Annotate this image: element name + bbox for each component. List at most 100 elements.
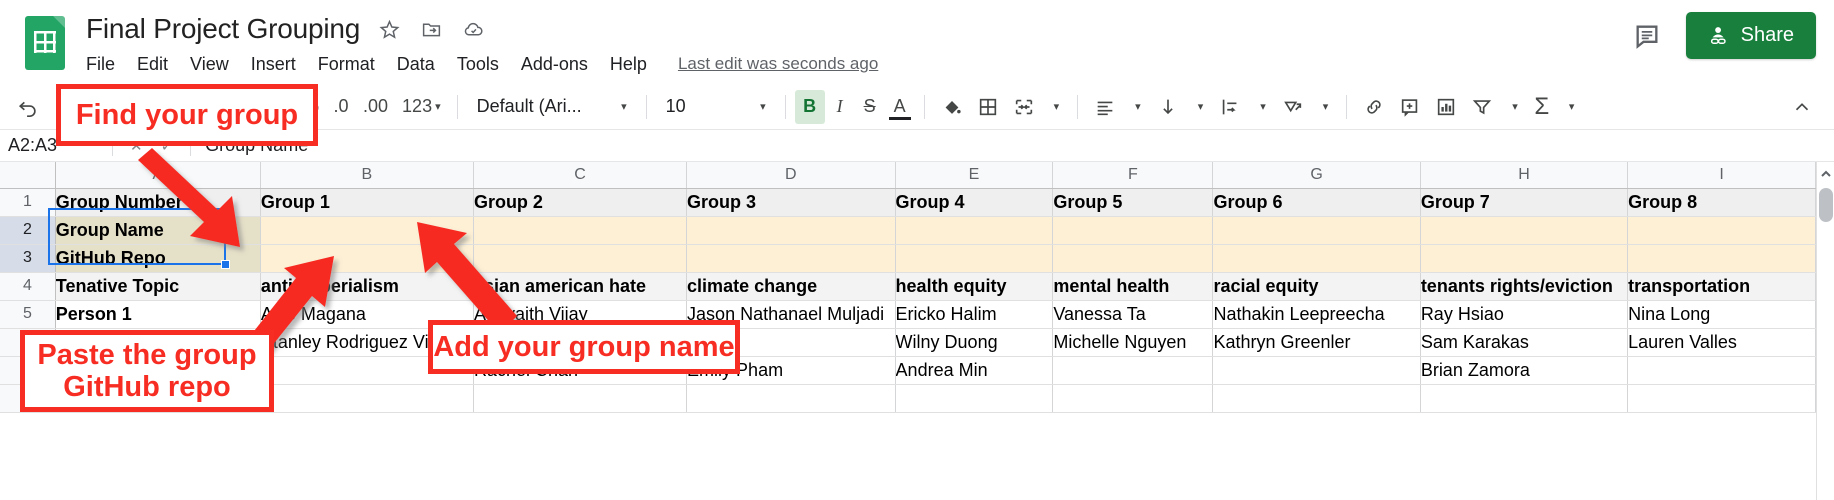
chevron-down-icon[interactable]: ▾ xyxy=(1045,100,1069,113)
cell-a1[interactable]: Group Number xyxy=(55,188,261,217)
menu-add-ons[interactable]: Add-ons xyxy=(510,51,599,78)
borders-icon[interactable] xyxy=(970,90,1006,124)
cell-i5[interactable]: Nina Long xyxy=(1627,300,1816,329)
insert-chart-icon[interactable] xyxy=(1428,90,1464,124)
menu-data[interactable]: Data xyxy=(386,51,446,78)
cell-i2[interactable] xyxy=(1627,216,1816,245)
cell-c4[interactable]: asian american hate xyxy=(473,272,688,301)
cell-f5[interactable]: Vanessa Ta xyxy=(1052,300,1214,329)
cell-b8[interactable] xyxy=(260,384,474,413)
cell-g5[interactable]: Nathakin Leepreecha xyxy=(1212,300,1421,329)
row-header-2[interactable]: 2 xyxy=(0,216,56,245)
cell-h1[interactable]: Group 7 xyxy=(1420,188,1629,217)
number-format-button[interactable]: 123 ▾ xyxy=(395,90,448,124)
increase-decimal-button[interactable]: .00 xyxy=(356,90,395,124)
cell-g4[interactable]: racial equity xyxy=(1212,272,1421,301)
cell-b1[interactable]: Group 1 xyxy=(260,188,474,217)
column-header-h[interactable]: H xyxy=(1420,162,1629,189)
cell-i4[interactable]: transportation xyxy=(1627,272,1816,301)
chevron-down-icon[interactable]: ▾ xyxy=(1126,100,1150,113)
chevron-down-icon[interactable]: ▾ xyxy=(1314,100,1338,113)
cell-e5[interactable]: Ericko Halim xyxy=(895,300,1054,329)
merge-cells-icon[interactable] xyxy=(1006,90,1042,124)
cell-f1[interactable]: Group 5 xyxy=(1052,188,1214,217)
bold-button[interactable]: B xyxy=(794,89,825,124)
column-header-f[interactable]: F xyxy=(1052,162,1214,189)
menu-view[interactable]: View xyxy=(179,51,240,78)
menu-help[interactable]: Help xyxy=(599,51,658,78)
last-edit-link[interactable]: Last edit was seconds ago xyxy=(678,54,878,74)
table-row[interactable]: 4 Tenative Topic anti-imperialism asian … xyxy=(0,272,1816,301)
column-header-e[interactable]: E xyxy=(895,162,1054,189)
fill-color-icon[interactable] xyxy=(934,90,970,124)
text-wrap-icon[interactable] xyxy=(1212,90,1248,124)
cell-a3[interactable]: GitHub Repo xyxy=(55,244,261,273)
cell-i6[interactable]: Lauren Valles xyxy=(1627,328,1816,357)
scroll-up-icon[interactable] xyxy=(1820,167,1832,179)
menu-file[interactable]: File xyxy=(86,51,126,78)
chevron-down-icon[interactable]: ▾ xyxy=(1251,100,1275,113)
cell-e1[interactable]: Group 4 xyxy=(895,188,1054,217)
font-size-select[interactable]: 10 ▾ xyxy=(656,91,776,123)
cloud-saved-icon[interactable] xyxy=(460,16,486,42)
sheets-icon[interactable] xyxy=(22,14,68,72)
cell-a4[interactable]: Tenative Topic xyxy=(55,272,261,301)
cell-i1[interactable]: Group 8 xyxy=(1627,188,1816,217)
column-header-c[interactable]: C xyxy=(473,162,688,189)
cell-b2[interactable] xyxy=(260,216,474,245)
cell-e6[interactable]: Wilny Duong xyxy=(895,328,1054,357)
cell-i8[interactable] xyxy=(1627,384,1816,413)
cell-g6[interactable]: Kathryn Greenler xyxy=(1212,328,1421,357)
vertical-scrollbar[interactable] xyxy=(1816,162,1834,500)
cell-h8[interactable] xyxy=(1420,384,1629,413)
cell-c1[interactable]: Group 2 xyxy=(473,188,688,217)
select-all-corner[interactable] xyxy=(0,162,56,189)
column-header-a[interactable]: A xyxy=(55,162,261,189)
cell-f6[interactable]: Michelle Nguyen xyxy=(1052,328,1214,357)
cell-h3[interactable] xyxy=(1420,244,1629,273)
undo-icon[interactable] xyxy=(10,90,46,124)
cell-e2[interactable] xyxy=(895,216,1054,245)
cell-b3[interactable] xyxy=(260,244,474,273)
chevron-down-icon[interactable]: ▾ xyxy=(1503,100,1527,113)
cell-a2[interactable]: Group Name xyxy=(55,216,261,245)
cell-f7[interactable] xyxy=(1052,356,1214,385)
menu-format[interactable]: Format xyxy=(307,51,386,78)
scrollbar-thumb[interactable] xyxy=(1819,188,1833,222)
table-row[interactable]: 5 Person 1 Aize Magana Adhvaith Vijay Ja… xyxy=(0,300,1816,329)
column-header-i[interactable]: I xyxy=(1627,162,1816,189)
cell-e8[interactable] xyxy=(895,384,1054,413)
cell-e3[interactable] xyxy=(895,244,1054,273)
insert-comment-icon[interactable] xyxy=(1392,90,1428,124)
cell-i7[interactable] xyxy=(1627,356,1816,385)
cell-d4[interactable]: climate change xyxy=(686,272,896,301)
cell-a5[interactable]: Person 1 xyxy=(55,300,261,329)
cell-e7[interactable]: Andrea Min xyxy=(895,356,1054,385)
vertical-align-icon[interactable] xyxy=(1150,90,1186,124)
spreadsheet-grid[interactable]: A B C D E F G H I 1 Group Number Group 1 xyxy=(0,162,1834,500)
star-icon[interactable] xyxy=(376,16,402,42)
menu-insert[interactable]: Insert xyxy=(240,51,307,78)
row-header-1[interactable]: 1 xyxy=(0,188,56,217)
menu-tools[interactable]: Tools xyxy=(446,51,510,78)
cell-h4[interactable]: tenants rights/eviction xyxy=(1420,272,1629,301)
cell-b4[interactable]: anti-imperialism xyxy=(260,272,474,301)
row-header-3[interactable]: 3 xyxy=(0,244,56,273)
cell-h2[interactable] xyxy=(1420,216,1629,245)
cell-f2[interactable] xyxy=(1052,216,1214,245)
strikethrough-button[interactable]: S xyxy=(855,90,885,124)
row-header-5[interactable]: 5 xyxy=(0,300,56,329)
cell-i3[interactable] xyxy=(1627,244,1816,273)
column-header-d[interactable]: D xyxy=(686,162,896,189)
cell-e4[interactable]: health equity xyxy=(895,272,1054,301)
cell-g3[interactable] xyxy=(1212,244,1421,273)
chevron-down-icon[interactable]: ▾ xyxy=(1560,100,1584,113)
share-button[interactable]: Share xyxy=(1685,12,1816,59)
filter-icon[interactable] xyxy=(1464,90,1500,124)
cell-c3[interactable] xyxy=(473,244,688,273)
comment-icon[interactable] xyxy=(1630,19,1664,53)
cell-h6[interactable]: Sam Karakas xyxy=(1420,328,1629,357)
cell-g7[interactable] xyxy=(1212,356,1421,385)
column-header-b[interactable]: B xyxy=(260,162,474,189)
insert-link-icon[interactable] xyxy=(1356,90,1392,124)
